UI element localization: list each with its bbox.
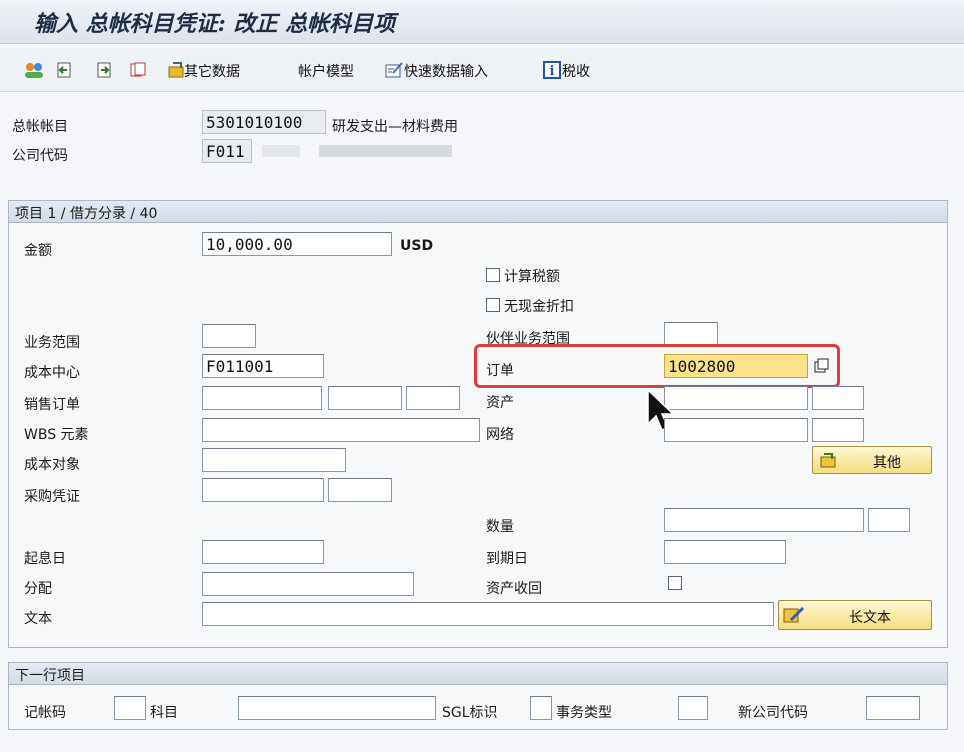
calc-tax-checkbox[interactable] xyxy=(486,268,500,282)
gl-account-label: 总帐帐目 xyxy=(12,119,68,135)
sales-order-schedule-input[interactable] xyxy=(406,386,460,410)
asset-retirement-checkbox[interactable] xyxy=(668,576,682,590)
company-code-field: F011 xyxy=(202,139,252,163)
amount-label: 金额 xyxy=(24,243,52,259)
cost-object-label: 成本对象 xyxy=(24,457,80,473)
gl-account-description: 研发支出—材料费用 xyxy=(332,119,458,135)
people-icon[interactable] xyxy=(24,60,44,80)
page-title: 输入 总帐科目凭证: 改正 总帐科目项 xyxy=(34,11,396,37)
sales-order-item-input[interactable] xyxy=(328,386,402,410)
asset-label: 资产 xyxy=(486,395,514,411)
cost-center-label: 成本中心 xyxy=(24,365,80,381)
assignment-label: 分配 xyxy=(24,581,52,597)
fast-entry-button[interactable]: 快速数据输入 xyxy=(404,61,488,81)
new-company-code-input[interactable] xyxy=(866,696,920,720)
asset-retirement-label: 资产收回 xyxy=(486,581,542,597)
no-cash-discount-checkbox[interactable] xyxy=(486,298,500,312)
fast-entry-icon[interactable] xyxy=(384,60,404,80)
cost-object-input[interactable] xyxy=(202,448,346,472)
blurred-company-name xyxy=(262,145,452,157)
transaction-type-input[interactable] xyxy=(678,696,708,720)
other-button-label: 其他 xyxy=(873,455,901,471)
posting-key-label: 记帐码 xyxy=(24,705,66,721)
application-toolbar: 其它数据 帐户模型 快速数据输入 i 税收 xyxy=(0,48,964,92)
long-text-icon xyxy=(783,606,805,628)
business-area-label: 业务范围 xyxy=(24,335,80,351)
order-label: 订单 xyxy=(486,363,514,379)
sgl-indicator-label: SGL标识 xyxy=(442,705,498,721)
network-activity-input[interactable] xyxy=(812,418,864,442)
reverse-arrow-icon[interactable] xyxy=(54,60,74,80)
account-model-button[interactable]: 帐户模型 xyxy=(298,61,354,81)
purchase-document-item-input[interactable] xyxy=(328,478,392,502)
wbs-element-input[interactable] xyxy=(202,418,480,442)
item-panel-heading: 项目 1 / 借方分录 / 40 xyxy=(9,201,947,223)
sgl-indicator-input[interactable] xyxy=(530,696,552,720)
sales-order-label: 销售订单 xyxy=(24,397,80,413)
transaction-type-label: 事务类型 xyxy=(556,705,612,721)
tax-button[interactable]: 税收 xyxy=(562,61,590,81)
other-button[interactable]: 其他 xyxy=(812,446,932,474)
purchase-document-input[interactable] xyxy=(202,478,324,502)
account-label: 科目 xyxy=(150,705,178,721)
gl-account-field: 5301010100 xyxy=(202,110,326,134)
multiple-selection-icon[interactable] xyxy=(814,358,830,374)
no-cash-discount-label: 无现金折扣 xyxy=(504,299,574,315)
wbs-element-label: WBS 元素 xyxy=(24,427,89,443)
other-data-button[interactable]: 其它数据 xyxy=(184,61,240,81)
value-date-label: 起息日 xyxy=(24,551,66,567)
amount-input[interactable]: 10,000.00 xyxy=(202,232,392,256)
document-forward-icon[interactable] xyxy=(94,60,114,80)
info-icon[interactable]: i xyxy=(542,60,562,80)
assignment-input[interactable] xyxy=(202,572,414,596)
account-input[interactable] xyxy=(238,696,436,720)
unit-input[interactable] xyxy=(868,508,910,532)
other-button-icon xyxy=(819,452,837,472)
due-date-label: 到期日 xyxy=(486,551,528,567)
title-bar: 输入 总帐科目凭证: 改正 总帐科目项 xyxy=(0,0,964,44)
company-code-label: 公司代码 xyxy=(12,148,68,164)
quantity-input[interactable] xyxy=(664,508,864,532)
order-input[interactable]: 1002800 xyxy=(664,354,808,378)
new-company-code-label: 新公司代码 xyxy=(738,705,808,721)
long-text-button[interactable]: 长文本 xyxy=(778,600,932,630)
currency-label: USD xyxy=(400,238,434,254)
asset-subnumber-input[interactable] xyxy=(812,386,864,410)
long-text-label: 长文本 xyxy=(849,610,891,626)
next-item-heading: 下一行项目 xyxy=(9,663,947,685)
value-date-input[interactable] xyxy=(202,540,324,564)
network-label: 网络 xyxy=(486,427,514,443)
text-label: 文本 xyxy=(24,611,52,627)
asset-input[interactable] xyxy=(664,386,808,410)
other-data-icon[interactable] xyxy=(166,60,186,80)
network-input[interactable] xyxy=(664,418,808,442)
posting-key-input[interactable] xyxy=(114,696,146,720)
partner-business-area-input[interactable] xyxy=(664,322,718,346)
business-area-input[interactable] xyxy=(202,324,256,348)
quantity-label: 数量 xyxy=(486,519,514,535)
copy-icon[interactable] xyxy=(128,60,148,80)
cost-center-input[interactable]: F011001 xyxy=(202,354,324,378)
calc-tax-label: 计算税额 xyxy=(504,269,560,285)
text-input[interactable] xyxy=(202,602,774,626)
purchase-document-label: 采购凭证 xyxy=(24,489,80,505)
svg-text:i: i xyxy=(550,64,555,79)
sales-order-input[interactable] xyxy=(202,386,322,410)
due-date-input[interactable] xyxy=(664,540,786,564)
